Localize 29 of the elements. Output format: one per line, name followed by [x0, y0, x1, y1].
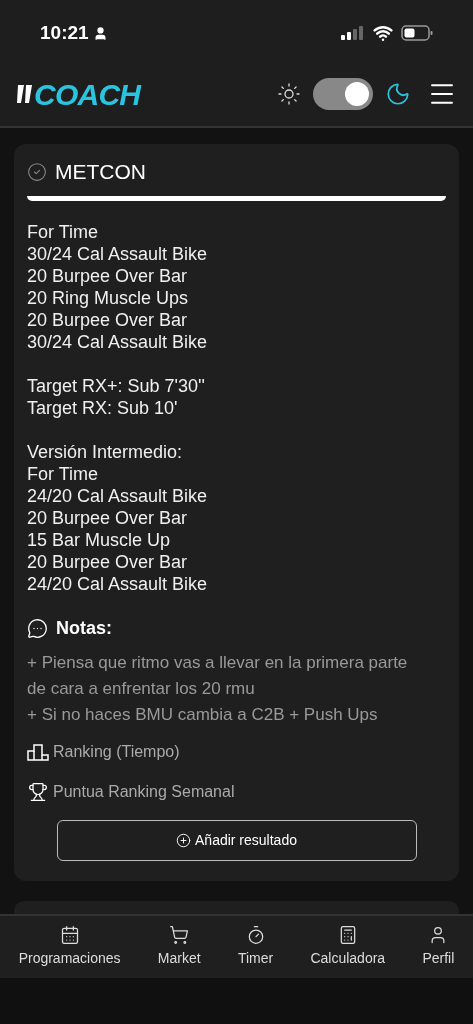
- workout-line: 15 Bar Muscle Up: [27, 528, 172, 551]
- workout-line: 20 Burpee Over Bar: [27, 506, 189, 529]
- add-result-button[interactable]: Añadir resultado: [56, 819, 417, 861]
- workout-line: 30/24 Cal Assault Bike: [27, 242, 209, 265]
- workout-line: Target RX: Sub 10': [27, 396, 179, 419]
- info-text: Puntua Ranking Semanal: [53, 781, 235, 802]
- workout-line: For Time: [27, 462, 99, 485]
- workout-line: 24/20 Cal Assault Bike: [27, 484, 209, 507]
- workout-line: 20 Burpee Over Bar: [27, 264, 189, 287]
- nav-item[interactable]: Market: [157, 925, 201, 969]
- workout-line: 24/20 Cal Assault Bike: [27, 572, 209, 595]
- notes-title: Notas:: [56, 616, 112, 640]
- workout-line: 20 Burpee Over Bar: [27, 550, 189, 573]
- status-time: 10:21: [40, 20, 89, 45]
- workout-line: 20 Burpee Over Bar: [27, 308, 189, 331]
- info-text: Ranking (Tiempo): [53, 741, 180, 762]
- nav-item[interactable]: Calculadora: [310, 925, 386, 969]
- workout-line: For Time: [27, 220, 99, 243]
- note-text: + Piensa que ritmo vas a llevar en la primera parte de cara a enfrentar los 20 rmu: [27, 651, 409, 700]
- workout-line: Versión Intermedio:: [27, 440, 184, 463]
- note-text: + Si no haces BMU cambia a C2B + Push Ups: [27, 703, 379, 726]
- workout-line: 20 Ring Muscle Ups: [27, 286, 190, 309]
- workout-line: Target RX+: Sub 7'30'': [27, 374, 206, 397]
- nav-item[interactable]: Programaciones: [18, 925, 121, 969]
- nav-item[interactable]: Perfil: [422, 925, 455, 969]
- card-title: METCON: [55, 159, 146, 185]
- logo: COACH: [34, 76, 141, 113]
- workout-line: 30/24 Cal Assault Bike: [27, 330, 209, 353]
- nav-item[interactable]: Timer: [237, 925, 274, 969]
